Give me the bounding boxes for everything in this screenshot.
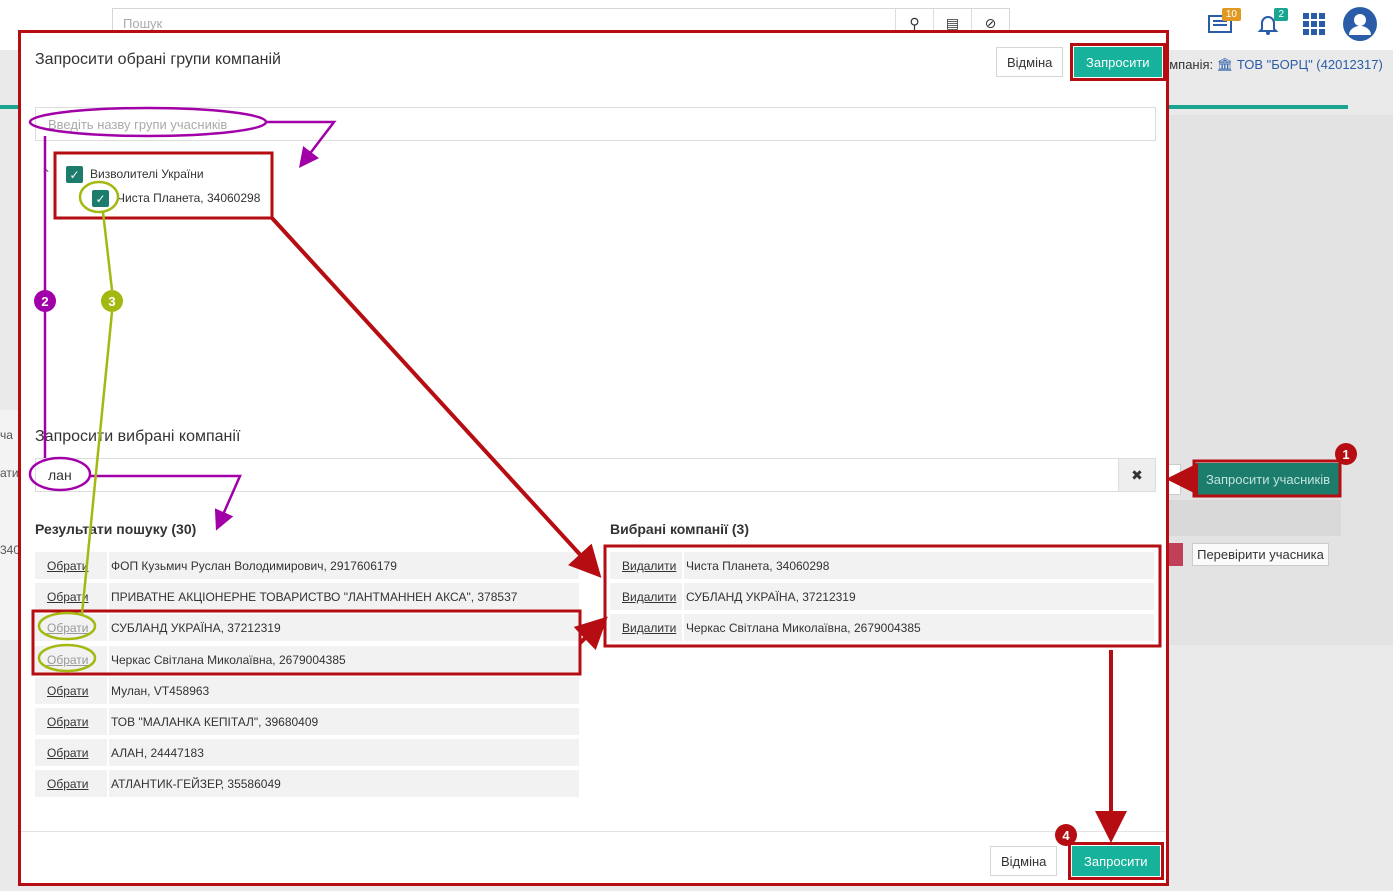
result-row: Обрати АТЛАНТИК-ГЕЙЗЕР, 35586049 — [35, 770, 579, 797]
selected-text: СУБЛАНД УКРАЇНА, 37212319 — [686, 589, 856, 604]
check-icon: ✓ — [69, 167, 80, 182]
check-icon: ✓ — [95, 191, 106, 206]
select-link[interactable]: Обрати — [35, 552, 109, 579]
result-text: Мулан, VT458963 — [111, 683, 210, 698]
result-text: СУБЛАНД УКРАЇНА, 37212319 — [111, 620, 281, 635]
select-link[interactable]: Обрати — [35, 614, 109, 641]
cancel-button-bottom[interactable]: Відміна — [990, 846, 1058, 876]
result-row: Обрати ТОВ "МАЛАНКА КЕПІТАЛ", 39680409 — [35, 708, 579, 735]
background-left-strip — [0, 410, 18, 640]
selected-text: Черкас Світлана Миколаївна, 2679004385 — [686, 620, 921, 635]
submit-button-bottom[interactable]: Запросити — [1068, 842, 1164, 880]
news-icon[interactable]: 10 — [1205, 8, 1241, 40]
result-row: Обрати СУБЛАНД УКРАЇНА, 37212319 — [35, 614, 579, 641]
background-fragment: ча — [0, 428, 13, 442]
selected-row: Видалити СУБЛАНД УКРАЇНА, 37212319 — [610, 583, 1154, 610]
global-search-placeholder: Пошук — [123, 16, 163, 31]
selected-row: Видалити Черкас Світлана Миколаївна, 2679… — [610, 614, 1154, 641]
company-label: Чиста Планета, 34060298 — [117, 191, 261, 205]
bank-icon: 🏛 — [1216, 57, 1234, 72]
result-row: Обрати ПРИВАТНЕ АКЦІОНЕРНЕ ТОВАРИСТВО "ЛА… — [35, 583, 579, 610]
bell-icon[interactable]: 2 — [1252, 8, 1288, 40]
current-company: омпанія: 🏛 ТОВ "БОРЦ" (42012317) — [1162, 57, 1383, 73]
selected-text: Чиста Планета, 34060298 — [686, 558, 830, 573]
result-text: ПРИВАТНЕ АКЦІОНЕРНЕ ТОВАРИСТВО "ЛАНТМАНН… — [111, 589, 518, 604]
news-badge: 10 — [1221, 8, 1241, 21]
company-label: омпанія: — [1162, 57, 1214, 72]
result-row: Обрати Мулан, VT458963 — [35, 677, 579, 704]
invite-participants-button[interactable]: Запросити учасників — [1195, 463, 1341, 496]
check-participant-button[interactable]: Перевірити учасника — [1192, 543, 1329, 566]
background-table-header — [1160, 500, 1341, 536]
select-link[interactable]: Обрати — [35, 583, 109, 610]
close-icon: ✖ — [1131, 466, 1143, 483]
selected-title: Вибрані компанії (3) — [610, 521, 750, 537]
result-row: Обрати ФОП Кузьмич Руслан Володимирович, … — [35, 552, 579, 579]
company-value[interactable]: ТОВ "БОРЦ" (42012317) — [1237, 57, 1383, 72]
tab-underline-left — [0, 105, 18, 109]
result-text: АЛАН, 24447183 — [111, 745, 204, 760]
result-row: Обрати АЛАН, 24447183 — [35, 739, 579, 766]
select-link[interactable]: Обрати — [35, 739, 109, 766]
remove-link[interactable]: Видалити — [610, 583, 684, 610]
result-text: АТЛАНТИК-ГЕЙЗЕР, 35586049 — [111, 776, 281, 791]
apps-grid-icon[interactable] — [1298, 8, 1330, 40]
cancel-button-top[interactable]: Відміна — [996, 47, 1064, 77]
companies-section-title: Запросити вибрані компанії — [35, 428, 241, 445]
modal-title: Запросити обрані групи компаній — [35, 51, 281, 68]
notifications-badge: 2 — [1274, 8, 1288, 21]
select-link[interactable]: Обрати — [35, 708, 109, 735]
clear-search-button[interactable]: ✖ — [1118, 458, 1156, 492]
result-text: Черкас Світлана Миколаївна, 2679004385 — [111, 652, 346, 667]
chevron-up-icon[interactable]: ⌃ — [41, 167, 51, 181]
results-title: Результати пошуку (30) — [35, 521, 197, 537]
group-checkbox[interactable]: ✓ — [66, 166, 83, 183]
submit-button-top[interactable]: Запросити — [1070, 43, 1166, 81]
result-row: Обрати Черкас Світлана Миколаївна, 267900… — [35, 646, 579, 673]
selected-row: Видалити Чиста Планета, 34060298 — [610, 552, 1154, 579]
tab-underline — [1160, 105, 1348, 109]
group-label: Визволителі України — [90, 167, 204, 181]
result-text: ТОВ "МАЛАНКА КЕПІТАЛ", 39680409 — [111, 714, 319, 729]
remove-link[interactable]: Видалити — [610, 552, 684, 579]
select-link[interactable]: Обрати — [35, 646, 109, 673]
invite-groups-modal: Запросити обрані групи компаній Відміна … — [18, 30, 1169, 886]
avatar[interactable] — [1342, 6, 1378, 42]
company-search-input[interactable] — [35, 458, 1119, 492]
select-link[interactable]: Обрати — [35, 677, 109, 704]
modal-footer: Відміна Запросити — [21, 831, 1166, 883]
result-text: ФОП Кузьмич Руслан Володимирович, 291760… — [111, 558, 397, 573]
group-search-input[interactable] — [35, 107, 1156, 141]
background-delete-chip[interactable] — [1168, 543, 1183, 566]
company-checkbox[interactable]: ✓ — [92, 190, 109, 207]
background-fragment: ати — [0, 466, 19, 480]
remove-link[interactable]: Видалити — [610, 614, 684, 641]
select-link[interactable]: Обрати — [35, 770, 109, 797]
